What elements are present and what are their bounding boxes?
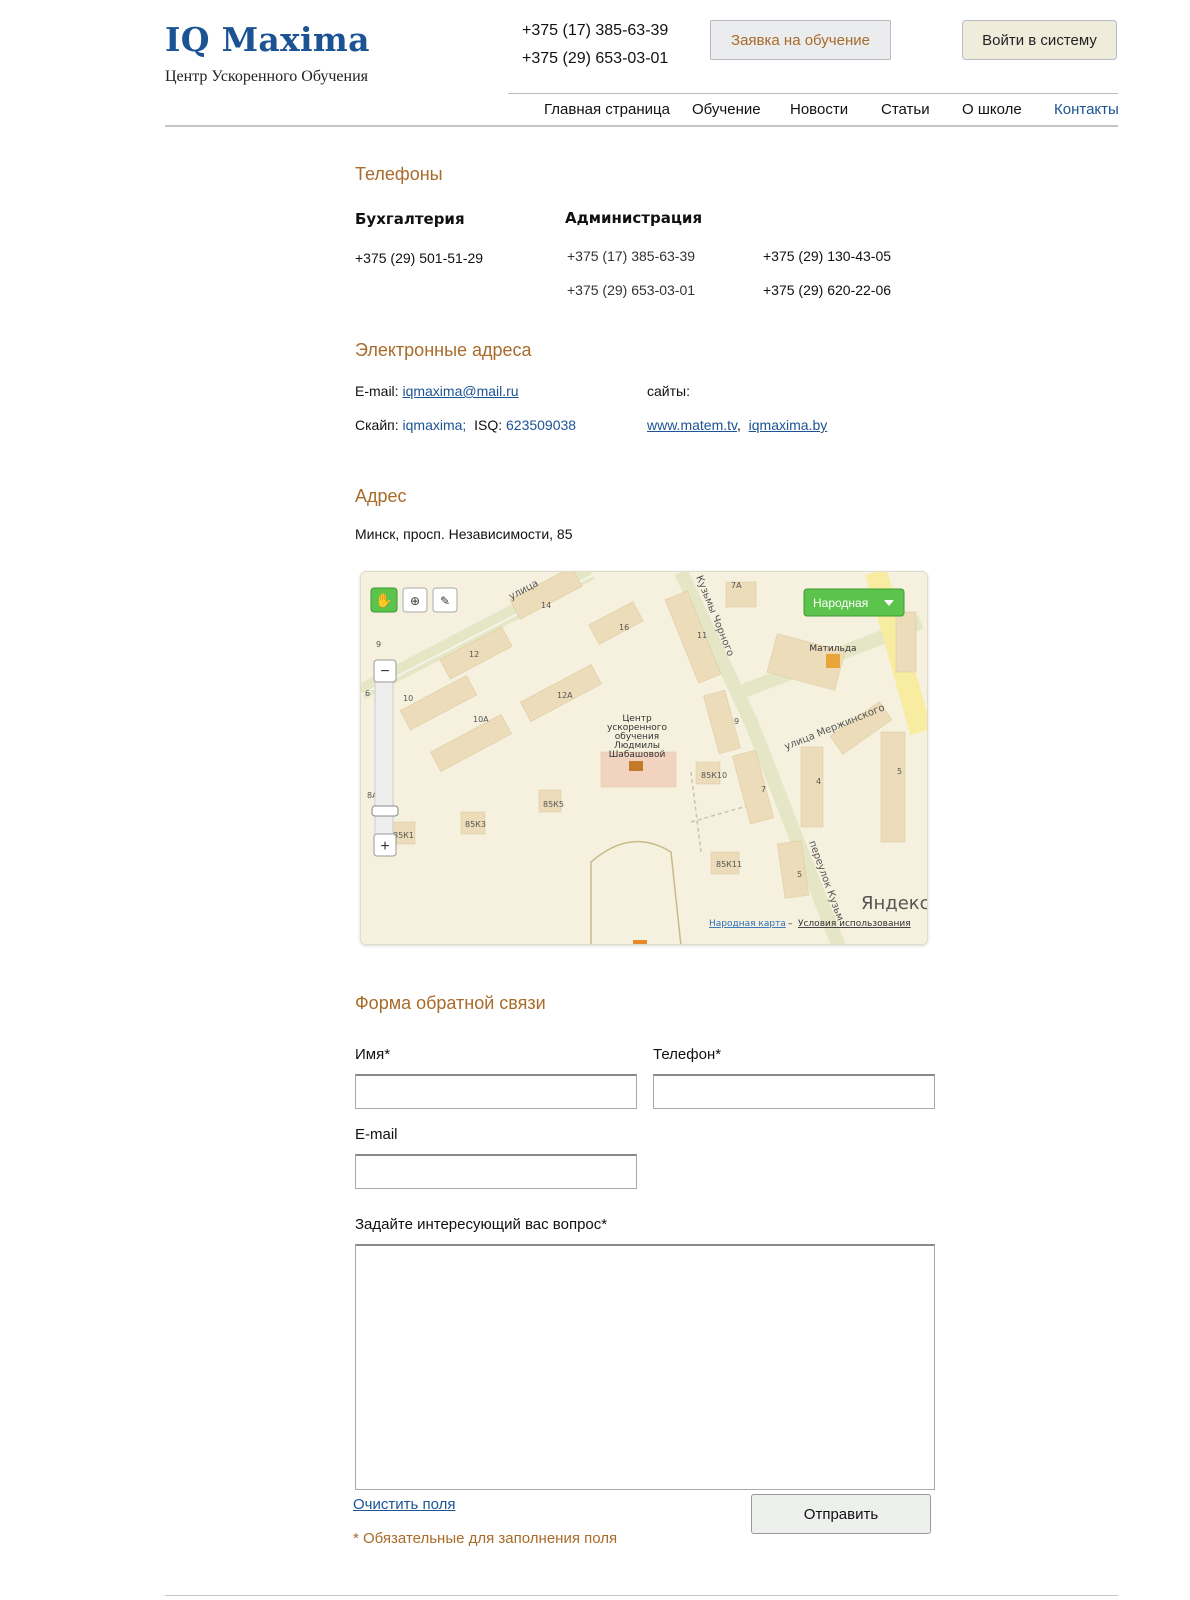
apply-for-training-button[interactable]: Заявка на обучение [710, 20, 891, 60]
map-num: 6 [365, 689, 370, 698]
map-num: 11 [697, 631, 707, 640]
skype-label: Скайп: [355, 417, 399, 433]
svg-text:✎: ✎ [440, 594, 450, 608]
map-num: 7А [731, 581, 742, 590]
map-canvas[interactable]: улица улица Мержинского переулок Кузьм К… [361, 572, 928, 945]
svg-text:⊕: ⊕ [410, 594, 420, 608]
administration-heading: Администрация [565, 209, 703, 227]
map-num: 5 [897, 767, 902, 776]
zoom-slider-handle[interactable] [371, 805, 399, 817]
email-label: E-mail: [355, 383, 399, 399]
email-input[interactable] [355, 1154, 637, 1189]
logo-subtitle: Центр Ускоренного Обучения [165, 68, 368, 85]
login-button[interactable]: Войти в систему [962, 20, 1117, 60]
address-section-title: Адрес [355, 486, 407, 506]
plus-icon: + [380, 838, 389, 855]
accounting-heading: Бухгалтерия [355, 210, 465, 228]
map-num: 85К11 [716, 860, 742, 869]
map-poi-matilda: Матильда [809, 644, 856, 654]
header-phone-1: +375 (17) 385-63-39 [522, 22, 669, 39]
admin-phone-4: +375 (29) 620-22-06 [763, 282, 892, 298]
zoom-slider[interactable] [374, 671, 394, 853]
map-num: 12 [469, 650, 479, 659]
yandex-logo: Яндекс [861, 893, 928, 914]
map-num: 10А [473, 715, 489, 724]
map-poi-line: Шабашовой [609, 750, 666, 760]
site-link-iqmaxima[interactable]: iqmaxima.by [749, 417, 828, 433]
site-link-matem[interactable]: www.matem.tv [647, 417, 737, 433]
phone-label: Телефон* [653, 1046, 722, 1063]
form-section-title: Форма обратной связи [355, 993, 546, 1013]
minus-icon: − [380, 663, 389, 680]
required-fields-note: * Обязательные для заполнения поля [353, 1530, 618, 1547]
map-num: 14 [541, 601, 551, 610]
map-num: 5 [797, 870, 802, 879]
nav-item-articles[interactable]: Статьи [881, 101, 930, 118]
email-row: E-mail: iqmaxima@mail.ru [355, 383, 519, 399]
logo-title[interactable]: IQ Maxima [165, 20, 370, 59]
map-footer-separator: – [788, 919, 793, 929]
skype-row: Скайп: iqmaxima; ISQ: 623509038 [355, 417, 576, 433]
yandex-map[interactable]: улица улица Мержинского переулок Кузьм К… [360, 571, 928, 945]
site-separator: , [736, 417, 741, 433]
phone-input[interactable] [653, 1074, 935, 1109]
accounting-phone: +375 (29) 501-51-29 [355, 250, 484, 266]
admin-phone-2: +375 (29) 653-03-01 [567, 282, 696, 298]
sites-label: сайты: [647, 383, 690, 399]
school-marker-icon[interactable] [629, 761, 643, 771]
map-num: 85К5 [543, 800, 564, 809]
admin-phone-1: +375 (17) 385-63-39 [567, 248, 696, 264]
nav-item-news[interactable]: Новости [790, 101, 848, 118]
nav-item-home[interactable]: Главная страница [544, 101, 670, 118]
admin-phone-3: +375 (29) 130-43-05 [763, 248, 892, 264]
name-label: Имя* [355, 1046, 391, 1063]
footer-divider [165, 1595, 1118, 1596]
phones-section-title: Телефоны [355, 164, 443, 184]
map-num: 85К10 [701, 771, 727, 780]
restaurant-marker-icon[interactable] [826, 654, 840, 668]
email-section-title: Электронные адреса [355, 340, 532, 360]
svg-text:✋: ✋ [375, 592, 392, 608]
map-footer-link-narodnaya[interactable]: Народная карта [709, 919, 786, 929]
map-num: 7 [761, 785, 766, 794]
clear-fields-link[interactable]: Очистить поля [353, 1496, 455, 1513]
map-num: 4 [816, 777, 821, 786]
email-link[interactable]: iqmaxima@mail.ru [402, 383, 518, 399]
address-text: Минск, просп. Независимости, 85 [355, 526, 573, 542]
map-layer-label: Народная [813, 596, 868, 610]
header-phone-2: +375 (29) 653-03-01 [522, 50, 669, 67]
isq-link[interactable]: 623509038 [506, 417, 576, 433]
map-num: 9 [376, 640, 381, 649]
poi-marker-icon[interactable] [633, 940, 647, 945]
email-label: E-mail [355, 1126, 398, 1143]
map-num: 12А [557, 691, 573, 700]
nav-top-divider [508, 93, 1118, 94]
name-input[interactable] [355, 1074, 637, 1109]
map-num: 10 [403, 694, 413, 703]
sites-row: www.matem.tv, iqmaxima.by [647, 417, 827, 433]
map-num: 85К3 [465, 820, 486, 829]
submit-button[interactable]: Отправить [751, 1494, 931, 1534]
header-divider [165, 125, 1118, 127]
nav-item-contacts[interactable]: Контакты [1054, 101, 1119, 118]
map-num: 9 [734, 717, 739, 726]
isq-label: ISQ: [474, 417, 503, 433]
question-textarea[interactable] [355, 1244, 935, 1490]
nav-item-training[interactable]: Обучение [692, 101, 761, 118]
skype-link[interactable]: iqmaxima; [403, 417, 467, 433]
map-num: 16 [619, 623, 629, 632]
nav-item-about[interactable]: О школе [962, 101, 1022, 118]
map-footer-link-terms[interactable]: Условия использования [798, 919, 911, 929]
question-label: Задайте интересующий вас вопрос* [355, 1216, 608, 1233]
